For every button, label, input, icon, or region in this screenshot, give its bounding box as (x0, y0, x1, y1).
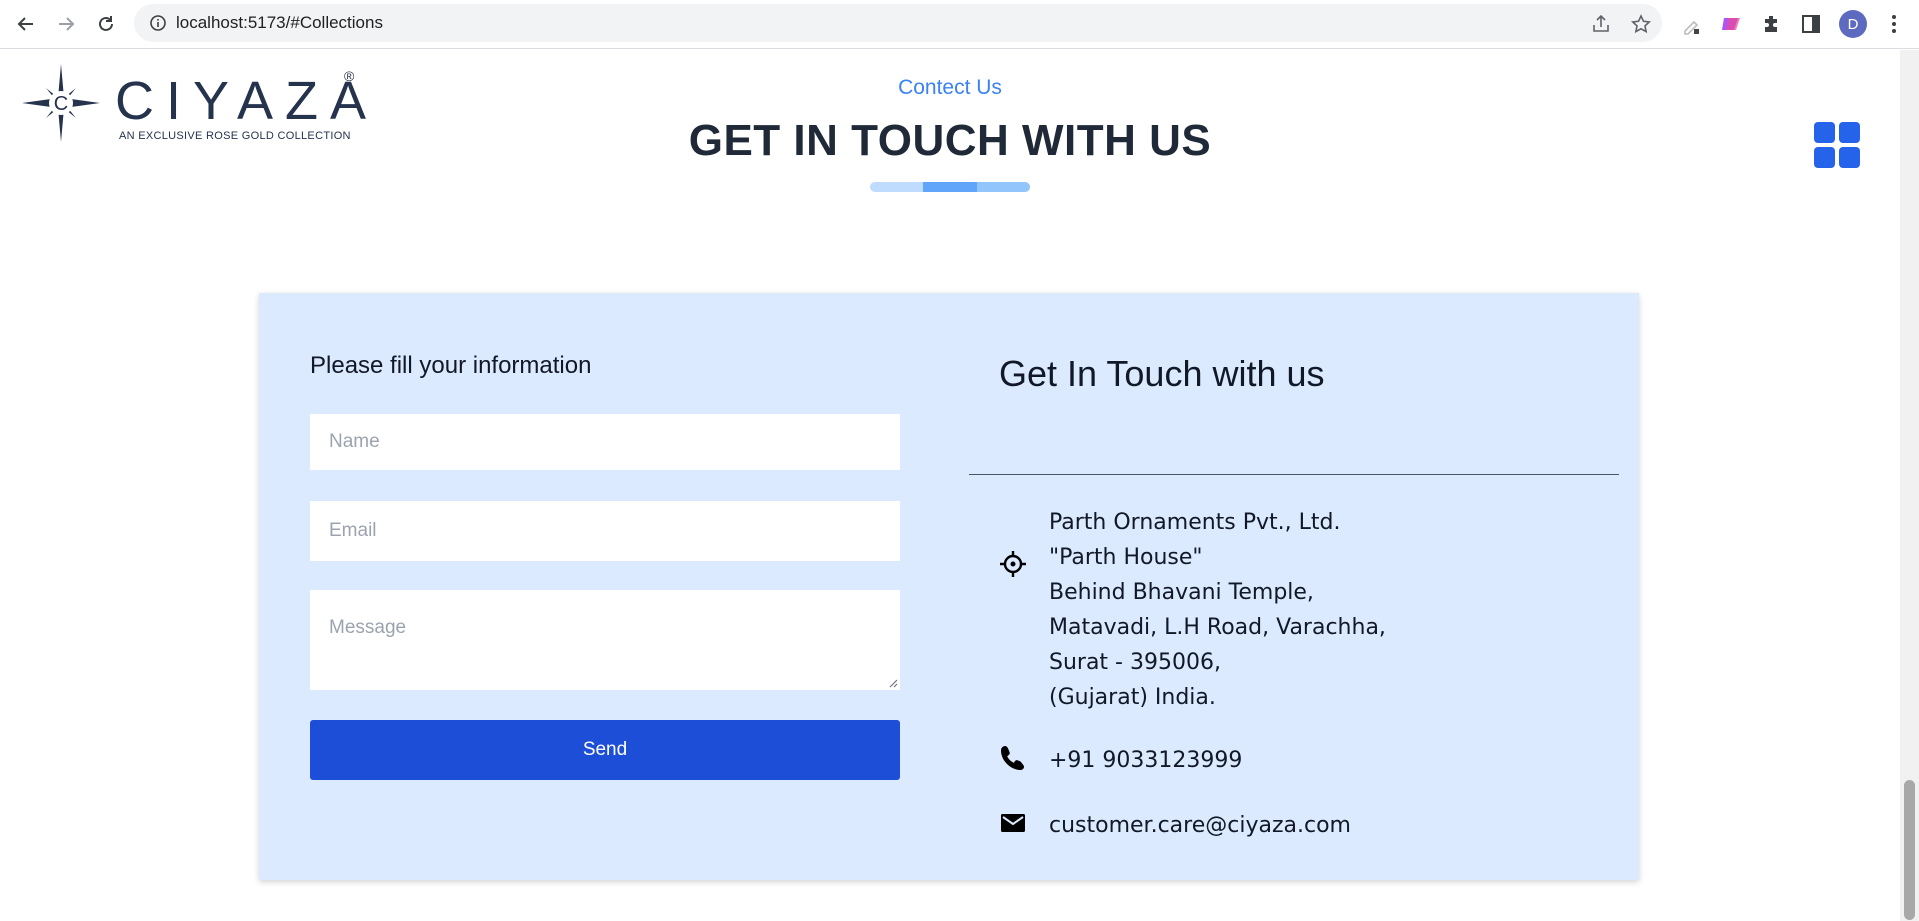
url-text: localhost:5173/#Collections (176, 13, 383, 32)
email-placeholder: Email (329, 520, 377, 541)
phone-number[interactable]: +91 9033123999 (1049, 748, 1242, 773)
location-crosshair-icon (1000, 551, 1026, 577)
side-panel-icon[interactable] (1799, 12, 1823, 36)
mail-icon (1001, 814, 1025, 832)
page-content: C CIYAZA ® AN EXCLUSIVE ROSE GOLD COLLEC… (0, 50, 1900, 921)
name-field[interactable]: Name (310, 414, 900, 470)
forward-icon[interactable] (52, 10, 80, 38)
back-icon[interactable] (12, 10, 40, 38)
email-address[interactable]: customer.care@ciyaza.com (1049, 813, 1351, 838)
page-title: GET IN TOUCH WITH US (688, 116, 1212, 165)
form-heading: Please fill your information (310, 352, 592, 379)
page-scrollbar[interactable] (1900, 50, 1919, 921)
address-line: Parth Ornaments Pvt., Ltd. (1049, 510, 1341, 535)
address-line: "Parth House" (1049, 545, 1203, 570)
browser-toolbar: localhost:5173/#Collections D (0, 0, 1919, 49)
profile-avatar[interactable]: D (1839, 10, 1867, 38)
message-placeholder: Message (329, 617, 407, 638)
browser-menu-icon[interactable] (1882, 12, 1906, 36)
phone-icon (1001, 746, 1024, 770)
send-button[interactable]: Send (310, 720, 900, 780)
bookmark-star-icon[interactable] (1630, 13, 1652, 35)
address-bar[interactable]: localhost:5173/#Collections (134, 4, 1662, 42)
scrollbar-thumb[interactable] (1904, 780, 1915, 920)
reload-icon[interactable] (92, 10, 120, 38)
share-icon[interactable] (1590, 13, 1612, 35)
resize-grip-icon[interactable] (888, 678, 898, 688)
address-line: Matavadi, L.H Road, Varachha, (1049, 615, 1386, 640)
extension-palette-icon[interactable] (1720, 12, 1744, 36)
contact-card: Please fill your information Name Email … (259, 293, 1639, 880)
email-field[interactable]: Email (310, 501, 900, 561)
extensions-puzzle-icon[interactable] (1760, 12, 1784, 36)
extension-eyedropper-icon[interactable] (1680, 12, 1704, 36)
message-field[interactable]: Message (310, 590, 900, 690)
address-line: (Gujarat) India. (1049, 685, 1216, 710)
title-underline (870, 182, 1030, 192)
section-subtitle: Contect Us (898, 76, 1002, 99)
contact-heading: Get In Touch with us (999, 353, 1325, 394)
address-line: Surat - 395006, (1049, 650, 1221, 675)
site-info-icon[interactable] (148, 13, 168, 33)
name-placeholder: Name (329, 431, 380, 452)
company-address: Parth Ornaments Pvt., Ltd. "Parth House"… (1049, 505, 1386, 715)
grid-menu-icon[interactable] (1814, 122, 1860, 168)
address-line: Behind Bhavani Temple, (1049, 580, 1314, 605)
contact-divider (969, 474, 1619, 475)
